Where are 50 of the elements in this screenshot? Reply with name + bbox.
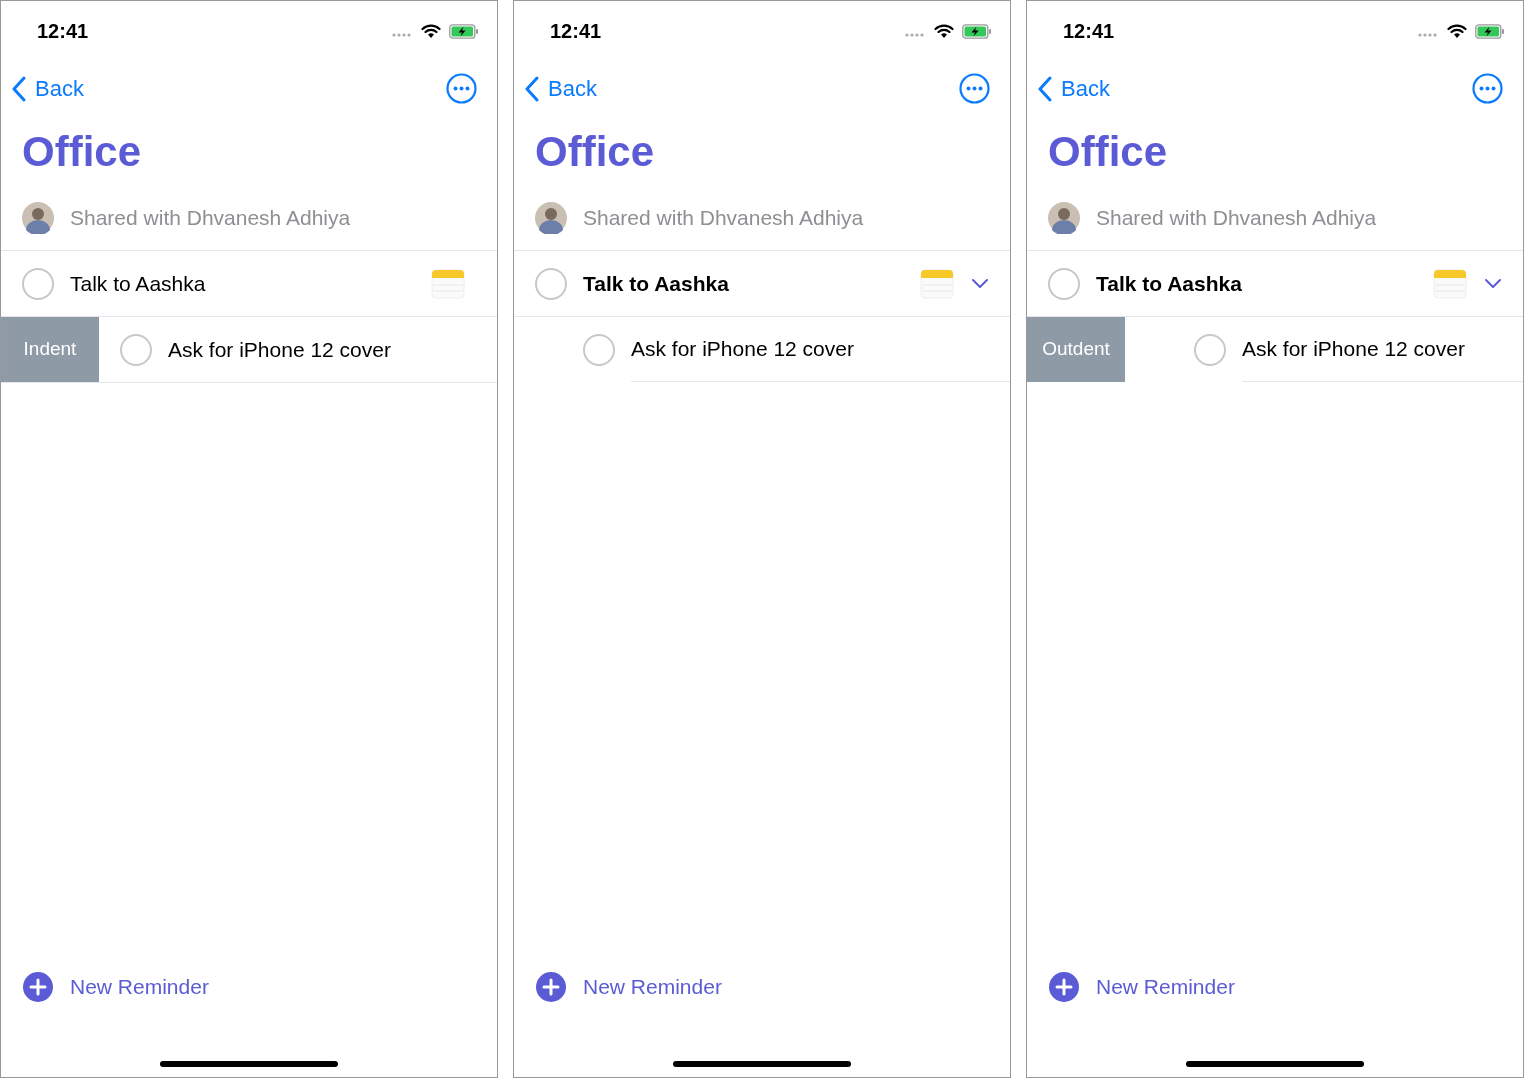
checkbox[interactable] [1048,267,1080,300]
new-reminder-button[interactable]: New Reminder [514,971,722,1003]
battery-icon [449,23,479,39]
more-button[interactable] [959,73,990,104]
signal-icon [904,32,926,38]
plus-icon [22,971,54,1003]
back-button[interactable]: Back [11,72,446,105]
wifi-icon [1447,23,1467,39]
reminder-title: Talk to Aashka [1096,270,1243,297]
back-button[interactable]: Back [524,72,959,105]
avatar [535,202,567,234]
reminder-title: Ask for iPhone 12 cover [168,336,392,363]
list-title: Office [535,126,655,177]
back-button[interactable]: Back [1037,72,1472,105]
checkbox[interactable] [535,267,567,300]
status-time: 12:41 [37,19,90,44]
plus-icon [535,971,567,1003]
wifi-icon [421,23,441,39]
checkbox[interactable] [1194,333,1226,366]
more-button[interactable] [1472,73,1503,104]
reminder-title: Ask for iPhone 12 cover [631,336,855,363]
back-chevron-icon [11,75,27,102]
battery-icon [962,23,992,39]
checkbox[interactable] [583,333,615,366]
swipe-action-button[interactable]: Indent [1,317,99,382]
reminder-title: Talk to Aashka [70,270,207,297]
new-reminder-button[interactable]: New Reminder [1027,971,1235,1003]
new-reminder-button[interactable]: New Reminder [1,971,209,1003]
more-button[interactable] [446,73,477,104]
list-title: Office [1048,126,1168,177]
reminder-title: Talk to Aashka [583,270,730,297]
reminder-title: Ask for iPhone 12 cover [1242,336,1466,363]
back-chevron-icon [524,75,540,102]
checkbox[interactable] [22,267,54,300]
swipe-action-button[interactable]: Outdent [1027,317,1125,382]
shared-label: Shared with Dhvanesh Adhiya [583,205,864,232]
plus-icon [1048,971,1080,1003]
back-chevron-icon [1037,75,1053,102]
avatar [1048,202,1080,234]
status-time: 12:41 [1063,19,1116,44]
signal-icon [1417,32,1439,38]
shared-label: Shared with Dhvanesh Adhiya [70,205,351,232]
list-title: Office [22,126,142,177]
status-time: 12:41 [550,19,603,44]
avatar [22,202,54,234]
battery-icon [1475,23,1505,39]
checkbox[interactable] [120,333,152,366]
wifi-icon [934,23,954,39]
shared-label: Shared with Dhvanesh Adhiya [1096,205,1377,232]
signal-icon [391,32,413,38]
